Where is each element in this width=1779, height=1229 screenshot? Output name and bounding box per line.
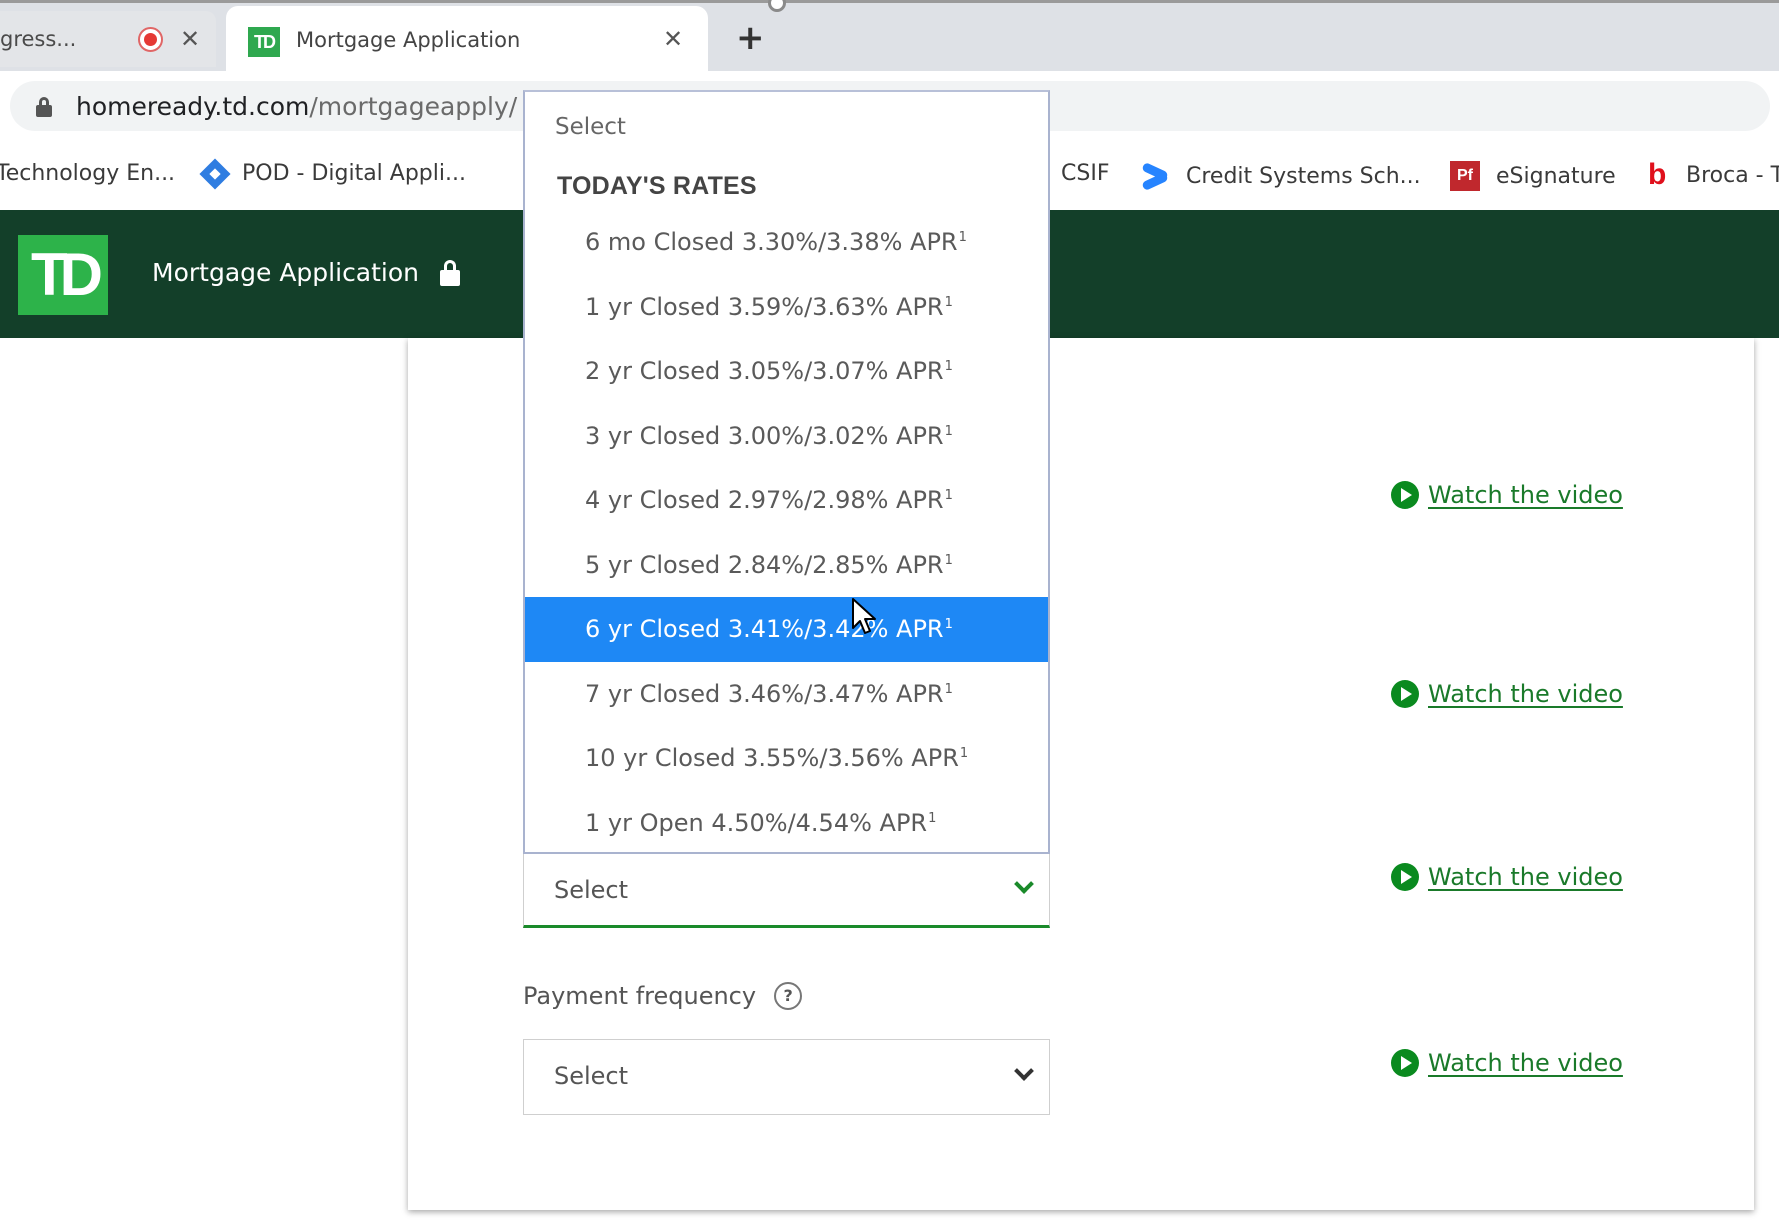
dropdown-option[interactable]: 1 yr Closed 3.59%/3.63% APR1 <box>525 275 1048 340</box>
bookmark-csif[interactable]: CSIF <box>1061 161 1109 186</box>
dropdown-option-highlighted[interactable]: 6 yr Closed 3.41%/3.42% APR1 <box>525 597 1048 662</box>
bookmark-pod[interactable]: POD - Digital Appli... <box>199 157 466 190</box>
dropdown-option[interactable]: 1 yr Open 4.50%/4.54% APR1 <box>525 791 1048 856</box>
recording-icon <box>138 27 163 52</box>
new-tab-button[interactable]: + <box>736 21 765 55</box>
td-logo[interactable]: TD <box>18 235 108 315</box>
close-tab-icon[interactable]: ✕ <box>663 27 683 51</box>
chevron-down-icon <box>1014 1061 1034 1081</box>
dropdown-option[interactable]: 4 yr Closed 2.97%/2.98% APR1 <box>525 468 1048 533</box>
lock-icon[interactable] <box>36 97 52 117</box>
dropdown-option[interactable]: 5 yr Closed 2.84%/2.85% APR1 <box>525 533 1048 598</box>
dropdown-options: 6 mo Closed 3.30%/3.38% APR1 1 yr Closed… <box>525 210 1048 855</box>
chevron-down-icon <box>1014 874 1034 894</box>
dropdown-option[interactable]: 3 yr Closed 3.00%/3.02% APR1 <box>525 404 1048 469</box>
td-favicon-icon: TD <box>248 27 280 57</box>
dropdown-group-label: TODAY'S RATES <box>557 172 757 200</box>
mortgage-rate-select[interactable]: Select <box>523 853 1050 928</box>
play-icon <box>1391 680 1419 708</box>
payment-frequency-select[interactable]: Select <box>523 1039 1050 1115</box>
tab-bar: gress... ✕ TD Mortgage Application ✕ + <box>0 3 1779 74</box>
select-value: Select <box>554 876 629 904</box>
dropdown-option[interactable]: 2 yr Closed 3.05%/3.07% APR1 <box>525 339 1048 404</box>
rate-dropdown-list[interactable]: Select TODAY'S RATES 6 mo Closed 3.30%/3… <box>523 90 1050 854</box>
tab-recording[interactable]: gress... ✕ <box>0 11 216 67</box>
header-title: Mortgage Application <box>152 258 420 287</box>
select-value: Select <box>554 1062 629 1090</box>
tab-title: Mortgage Application <box>296 28 521 52</box>
dropdown-option[interactable]: 10 yr Closed 3.55%/3.56% APR1 <box>525 726 1048 791</box>
bookmark-credit-systems[interactable]: Credit Systems Sch... <box>1140 161 1421 191</box>
confluence-icon <box>1140 161 1170 191</box>
dropdown-placeholder-option[interactable]: Select <box>555 114 626 140</box>
watch-video-link[interactable]: Watch the video <box>1391 680 1623 708</box>
tab-mortgage-application[interactable]: TD Mortgage Application ✕ <box>226 6 708 74</box>
bookmark-broca[interactable]: b Broca - T <box>1648 158 1779 191</box>
bookmark-label: CSIF <box>1061 161 1110 186</box>
bookmark-label: POD - Digital Appli... <box>242 161 466 186</box>
bookmark-label: Broca - T <box>1686 162 1779 188</box>
watch-video-link[interactable]: Watch the video <box>1391 481 1623 509</box>
bookmark-label: Technology En... <box>0 161 176 186</box>
bookmark-technology[interactable]: Technology En... <box>0 161 175 186</box>
watch-video-link[interactable]: Watch the video <box>1391 1049 1623 1077</box>
watch-video-link[interactable]: Watch the video <box>1391 863 1623 891</box>
url-text[interactable]: homeready.td.com/mortgageapply/ <box>76 92 517 121</box>
payment-frequency-label: Payment frequency ? <box>523 982 803 1010</box>
jira-diamond-icon <box>199 157 231 190</box>
bookmark-label: eSignature <box>1496 163 1616 189</box>
dropdown-option[interactable]: 6 mo Closed 3.30%/3.38% APR1 <box>525 210 1048 275</box>
help-icon[interactable]: ? <box>774 982 803 1010</box>
tab-title: gress... <box>0 27 77 51</box>
bookmark-label: Credit Systems Sch... <box>1186 163 1421 189</box>
play-icon <box>1391 481 1419 509</box>
close-tab-icon[interactable]: ✕ <box>180 27 200 51</box>
play-icon <box>1391 863 1419 891</box>
dropdown-option[interactable]: 7 yr Closed 3.46%/3.47% APR1 <box>525 662 1048 727</box>
bookmark-esignature[interactable]: Pf eSignature <box>1450 161 1616 191</box>
play-icon <box>1391 1049 1419 1077</box>
b-icon: b <box>1648 158 1667 191</box>
pf-icon: Pf <box>1450 161 1480 191</box>
secure-lock-icon <box>440 260 460 286</box>
